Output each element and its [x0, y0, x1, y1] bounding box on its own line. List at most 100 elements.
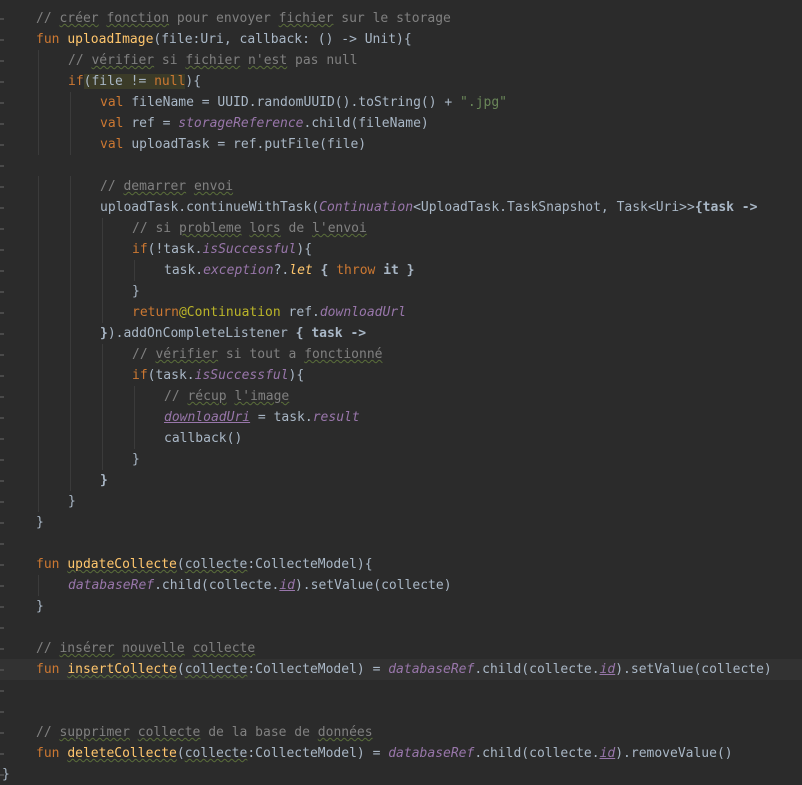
code-line[interactable]: }	[0, 764, 802, 785]
indent-guide	[38, 575, 39, 596]
code-line[interactable]: }	[0, 281, 802, 302]
gutter-marker	[0, 606, 4, 608]
code-line[interactable]: fun uploadImage(file:Uri, callback: () -…	[0, 29, 802, 50]
code-line[interactable]	[0, 680, 802, 701]
code-line[interactable]: // si probleme lors de l'envoi	[0, 218, 802, 239]
code-token: supprimer	[59, 725, 130, 740]
code-line[interactable]: val fileName = UUID.randomUUID().toStrin…	[0, 92, 802, 113]
indent-guide	[102, 239, 103, 260]
code-text: if(file != null){	[68, 71, 201, 92]
code-line[interactable]: }	[0, 449, 802, 470]
code-token: l'envoi	[312, 221, 367, 236]
code-token: {	[312, 263, 337, 278]
code-line[interactable]: if(task.isSuccessful){	[0, 365, 802, 386]
code-editor[interactable]: // créer fonction pour envoyer fichier s…	[0, 0, 802, 782]
code-line[interactable]: // vérifier si fichier n'est pas null	[0, 50, 802, 71]
code-text: }	[132, 449, 140, 470]
code-text: if(!task.isSuccessful){	[132, 239, 312, 260]
indent-guide	[70, 365, 71, 386]
indent-guide	[70, 407, 71, 428]
gutter-marker	[0, 102, 4, 104]
code-line[interactable]: // insérer nouvelle collecte	[0, 638, 802, 659]
gutter-marker	[0, 312, 4, 314]
indent-guide	[38, 281, 39, 302]
indent-guide	[38, 323, 39, 344]
gutter-marker	[0, 396, 4, 398]
code-token: id	[599, 746, 616, 761]
code-line[interactable]: // supprimer collecte de la base de donn…	[0, 722, 802, 743]
code-token: :CollecteModel) =	[247, 746, 389, 761]
code-line[interactable]: return@Continuation ref.downloadUrl	[0, 302, 802, 323]
gutter-marker	[0, 543, 4, 545]
code-line[interactable]: }	[0, 470, 802, 491]
indent-guide	[102, 302, 103, 323]
indent-guide	[38, 197, 39, 218]
indent-guide	[38, 449, 39, 470]
gutter-marker	[0, 564, 4, 566]
code-token: fileName = UUID.randomUUID().toString() …	[131, 95, 461, 110]
code-line[interactable]: callback()	[0, 428, 802, 449]
code-token: collecte	[184, 662, 248, 677]
code-text: fun uploadImage(file:Uri, callback: () -…	[36, 29, 412, 50]
code-text: fun updateCollecte(collecte:CollecteMode…	[36, 554, 373, 575]
code-line[interactable]: fun deleteCollecte(collecte:CollecteMode…	[0, 743, 802, 764]
code-line[interactable]	[0, 701, 802, 722]
code-line[interactable]: }	[0, 491, 802, 512]
gutter-marker	[0, 81, 4, 83]
indent-guide	[38, 134, 39, 155]
code-token: //	[36, 11, 60, 26]
indent-guide	[70, 428, 71, 449]
code-token: ref =	[131, 116, 179, 131]
code-token: ref.	[280, 305, 320, 320]
code-line[interactable]: }).addOnCompleteListener { task ->	[0, 323, 802, 344]
code-line[interactable]: }	[0, 512, 802, 533]
code-text: }	[68, 491, 76, 512]
indent-guide	[70, 176, 71, 197]
indent-guide	[102, 365, 103, 386]
code-token: fichier	[278, 11, 334, 26]
code-line[interactable]: downloadUri = task.result	[0, 407, 802, 428]
code-line[interactable]: databaseRef.child(collecte.id).setValue(…	[0, 575, 802, 596]
indent-guide	[70, 302, 71, 323]
code-line[interactable]: fun insertCollecte(collecte:CollecteMode…	[0, 659, 802, 680]
code-line[interactable]: // demarrer envoi	[0, 176, 802, 197]
code-line[interactable]: if(!task.isSuccessful){	[0, 239, 802, 260]
code-token: null	[154, 74, 186, 89]
code-token: {task ->	[694, 200, 758, 215]
code-line[interactable]: uploadTask.continueWithTask(Continuation…	[0, 197, 802, 218]
code-line[interactable]: // récup l'image	[0, 386, 802, 407]
indent-guide	[38, 239, 39, 260]
indent-guide	[38, 113, 39, 134]
code-text: val uploadTask = ref.putFile(file)	[100, 134, 366, 155]
code-line[interactable]: val ref = storageReference.child(fileNam…	[0, 113, 802, 134]
code-token: ).removeValue()	[615, 746, 733, 761]
code-text: // demarrer envoi	[100, 176, 233, 197]
code-line[interactable]: fun updateCollecte(collecte:CollecteMode…	[0, 554, 802, 575]
code-line[interactable]: if(file != null){	[0, 71, 802, 92]
code-line[interactable]	[0, 155, 802, 176]
code-token: @Continuation	[178, 305, 281, 320]
code-token: nouvelle	[122, 641, 185, 656]
code-line[interactable]: }	[0, 596, 802, 617]
gutter-marker	[0, 648, 4, 650]
indent-guide	[70, 260, 71, 281]
code-token: :CollecteModel) =	[247, 662, 389, 677]
indent-guide	[102, 428, 103, 449]
code-token: fonction	[106, 11, 170, 26]
code-line[interactable]: // vérifier si tout a fonctionné	[0, 344, 802, 365]
gutter-marker	[0, 375, 4, 377]
code-token: = task.	[250, 410, 313, 425]
code-line[interactable]	[0, 533, 802, 554]
code-line[interactable]: val uploadTask = ref.putFile(file)	[0, 134, 802, 155]
code-token: let	[289, 263, 313, 278]
code-token: .child(collecte.	[154, 578, 280, 593]
gutter-marker	[0, 207, 4, 209]
code-line[interactable]: task.exception?.let { throw it }	[0, 260, 802, 281]
code-token: }	[36, 515, 44, 530]
code-line[interactable]	[0, 617, 802, 638]
code-token: pas null	[287, 53, 358, 68]
code-token: de	[280, 221, 313, 236]
code-line[interactable]: // créer fonction pour envoyer fichier s…	[0, 8, 802, 29]
